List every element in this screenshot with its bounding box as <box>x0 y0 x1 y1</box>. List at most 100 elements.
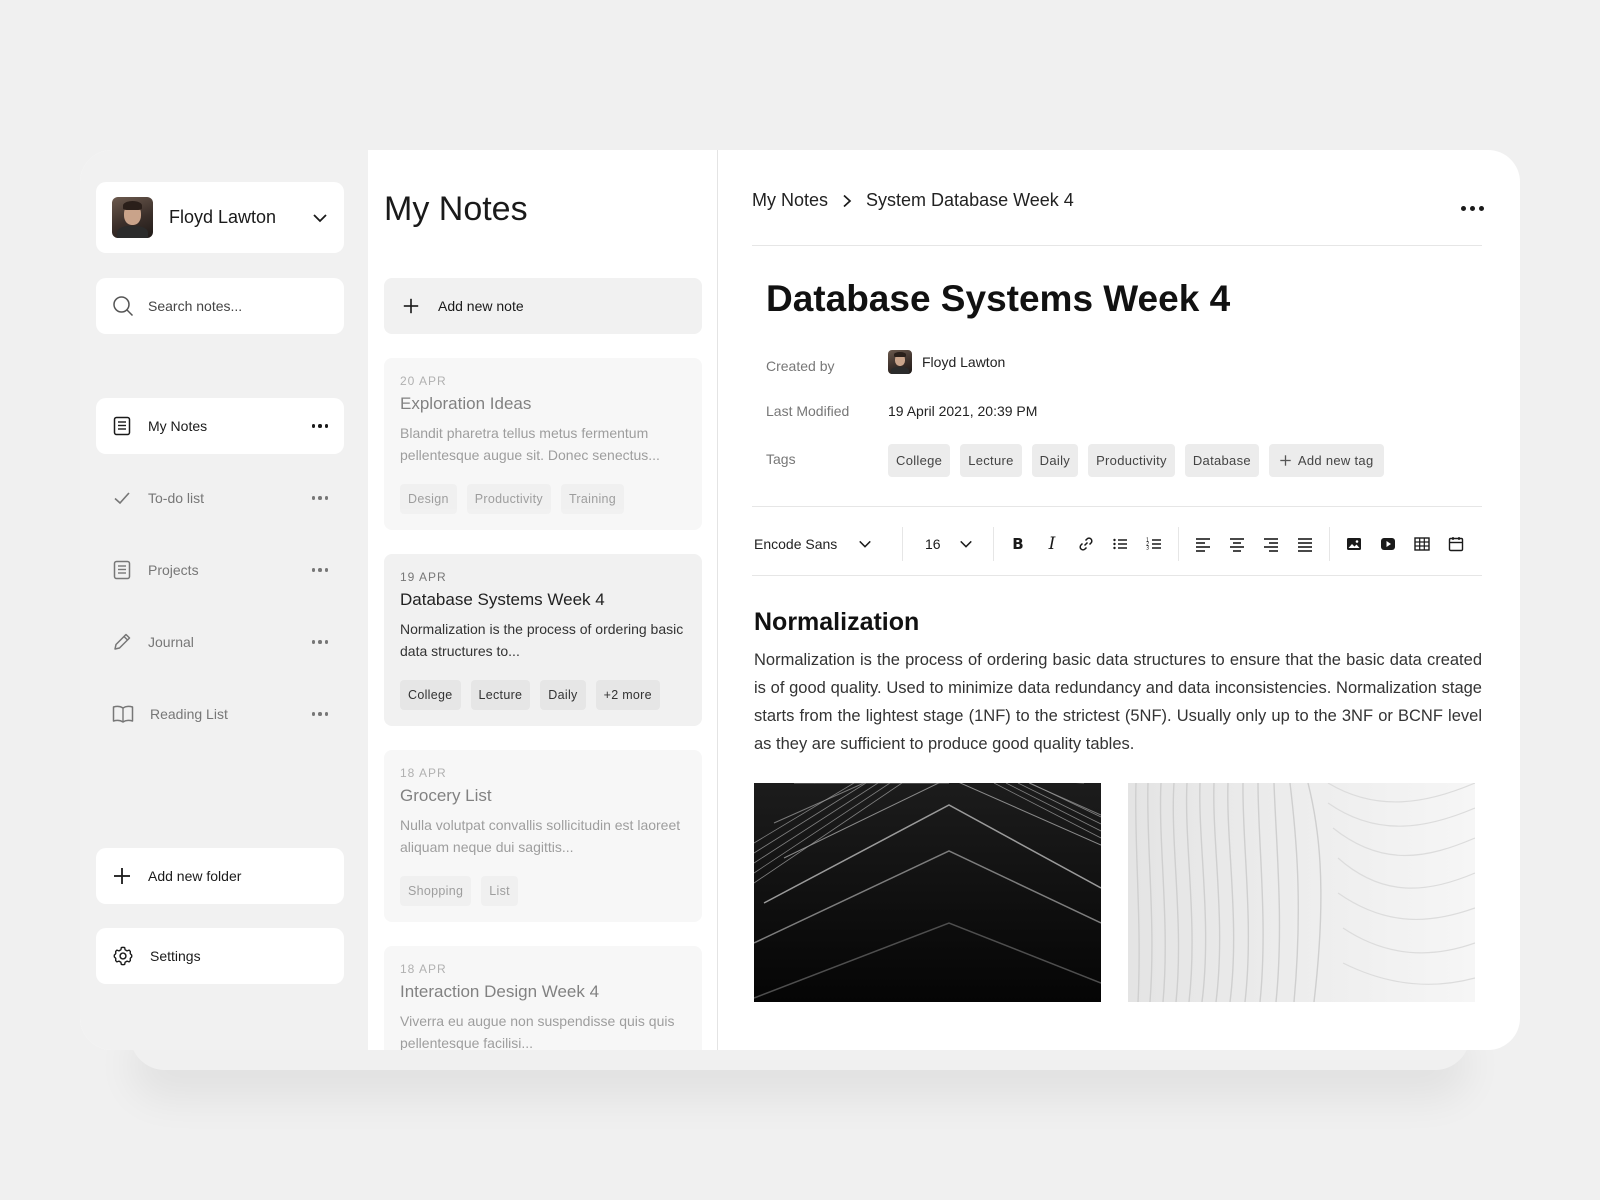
more-options-icon[interactable] <box>311 640 328 644</box>
italic-icon[interactable]: I <box>1044 534 1060 554</box>
note-date: 18 APR <box>400 962 447 976</box>
note-date: 20 APR <box>400 374 447 388</box>
align-justify-icon[interactable] <box>1297 536 1313 552</box>
formatting-toolbar: Encode Sans 16 B I 123 <box>752 512 1482 576</box>
align-left-icon[interactable] <box>1195 536 1211 552</box>
note-card[interactable]: 18 APR Grocery List Nulla volutpat conva… <box>384 750 702 922</box>
nav-label: Journal <box>148 634 194 650</box>
alignment-group <box>1189 536 1319 552</box>
toolbar-separator <box>1329 527 1330 561</box>
wave-facade-image <box>1128 783 1475 1002</box>
note-snippet: Viverra eu augue non suspendisse quis qu… <box>400 1013 675 1050</box>
nav-item-projects[interactable]: Projects <box>96 542 344 598</box>
nav-item-todo-list[interactable]: To-do list <box>96 470 344 526</box>
tag: List <box>481 876 518 906</box>
tag: Lecture <box>470 680 531 710</box>
architecture-photo-dark[interactable] <box>754 783 1101 1002</box>
folder-nav: My Notes To-do list Projects Journal Rea <box>96 398 344 758</box>
created-by-value: Floyd Lawton <box>888 350 1005 374</box>
section-heading[interactable]: Normalization <box>754 608 919 637</box>
chevron-right-icon <box>843 194 852 207</box>
add-folder-button[interactable]: Add new folder <box>96 848 344 904</box>
note-title: Database Systems Week 4 <box>400 590 605 609</box>
note-body-text[interactable]: Normalization is the process of ordering… <box>754 646 1482 758</box>
building-image <box>754 783 1101 1002</box>
nav-label: My Notes <box>148 418 208 434</box>
tag[interactable]: College <box>888 444 951 477</box>
toolbar-separator <box>902 527 903 561</box>
calendar-icon[interactable] <box>1448 536 1464 552</box>
add-note-button[interactable]: Add new note <box>384 278 702 334</box>
check-icon <box>114 492 130 505</box>
font-family-select[interactable]: Encode Sans <box>752 536 892 552</box>
tag[interactable]: Database <box>1184 444 1259 477</box>
more-tags-badge[interactable]: +2 more <box>595 680 660 710</box>
nav-label: Projects <box>148 562 199 578</box>
tags-label: Tags <box>766 451 796 467</box>
tag[interactable]: Daily <box>1031 444 1079 477</box>
tag[interactable]: Productivity <box>1088 444 1175 477</box>
more-options-icon[interactable] <box>1461 206 1484 211</box>
table-icon[interactable] <box>1414 536 1430 552</box>
nav-item-journal[interactable]: Journal <box>96 614 344 670</box>
insert-group <box>1340 536 1470 552</box>
note-snippet: Normalization is the process of ordering… <box>400 621 684 659</box>
note-title: Exploration Ideas <box>400 394 532 413</box>
note-card[interactable]: 20 APR Exploration Ideas Blandit pharetr… <box>384 358 702 530</box>
tag[interactable]: Lecture <box>960 444 1022 477</box>
breadcrumb: My Notes System Database Week 4 <box>752 190 1074 211</box>
plus-icon <box>403 298 419 314</box>
note-title-heading[interactable]: Database Systems Week 4 <box>766 278 1230 320</box>
breadcrumb-current: System Database Week 4 <box>866 190 1074 210</box>
note-date: 18 APR <box>400 766 447 780</box>
bold-icon[interactable]: B <box>1010 535 1026 553</box>
more-options-icon[interactable] <box>311 568 328 572</box>
search-icon <box>113 296 134 317</box>
add-tag-button[interactable]: Add new tag <box>1268 444 1384 477</box>
numbered-list-icon[interactable]: 123 <box>1146 536 1162 552</box>
note-title: Grocery List <box>400 786 492 805</box>
divider <box>752 245 1482 246</box>
video-icon[interactable] <box>1380 536 1396 552</box>
nav-item-my-notes[interactable]: My Notes <box>96 398 344 454</box>
note-card-selected[interactable]: 19 APR Database Systems Week 4 Normaliza… <box>384 554 702 726</box>
last-modified-label: Last Modified <box>766 403 850 419</box>
notes-list-title: My Notes <box>384 190 528 228</box>
nav-item-reading-list[interactable]: Reading List <box>96 686 344 742</box>
align-right-icon[interactable] <box>1263 536 1279 552</box>
plus-icon <box>1280 455 1291 466</box>
user-name: Floyd Lawton <box>169 207 277 227</box>
image-icon[interactable] <box>1346 536 1362 552</box>
sidebar: Floyd Lawton My Notes To-do list Project… <box>80 150 368 1050</box>
avatar <box>888 350 912 374</box>
bullet-list-icon[interactable] <box>1112 536 1128 552</box>
font-size-select[interactable]: 16 <box>913 536 983 552</box>
created-by-label: Created by <box>766 358 835 374</box>
more-options-icon[interactable] <box>311 712 328 716</box>
search-input[interactable] <box>148 298 318 314</box>
note-tags: Shopping List <box>400 876 686 906</box>
more-options-icon[interactable] <box>311 424 328 428</box>
more-options-icon[interactable] <box>311 496 328 500</box>
note-card[interactable]: 18 APR Interaction Design Week 4 Viverra… <box>384 946 702 1050</box>
font-size-value: 16 <box>925 536 941 552</box>
settings-button[interactable]: Settings <box>96 928 344 984</box>
notes-list-panel: My Notes Add new note 20 APR Exploration… <box>368 150 718 1050</box>
note-date: 19 APR <box>400 570 447 584</box>
nav-label: Reading List <box>150 706 228 722</box>
breadcrumb-item[interactable]: My Notes <box>752 190 828 211</box>
note-editor: My Notes System Database Week 4 Database… <box>718 150 1520 1050</box>
tag: Training <box>560 484 625 514</box>
architecture-photo-light[interactable] <box>1128 783 1475 1002</box>
document-icon <box>113 560 131 580</box>
pencil-icon <box>114 633 131 650</box>
search-box <box>96 278 344 334</box>
align-center-icon[interactable] <box>1229 536 1245 552</box>
user-profile-menu[interactable]: Floyd Lawton <box>96 182 344 253</box>
tag: Daily <box>540 680 586 710</box>
link-icon[interactable] <box>1078 536 1094 552</box>
settings-label: Settings <box>150 948 201 964</box>
add-folder-label: Add new folder <box>148 868 242 884</box>
note-snippet: Blandit pharetra tellus metus fermentum … <box>400 425 660 463</box>
chevron-down-icon <box>859 540 871 548</box>
